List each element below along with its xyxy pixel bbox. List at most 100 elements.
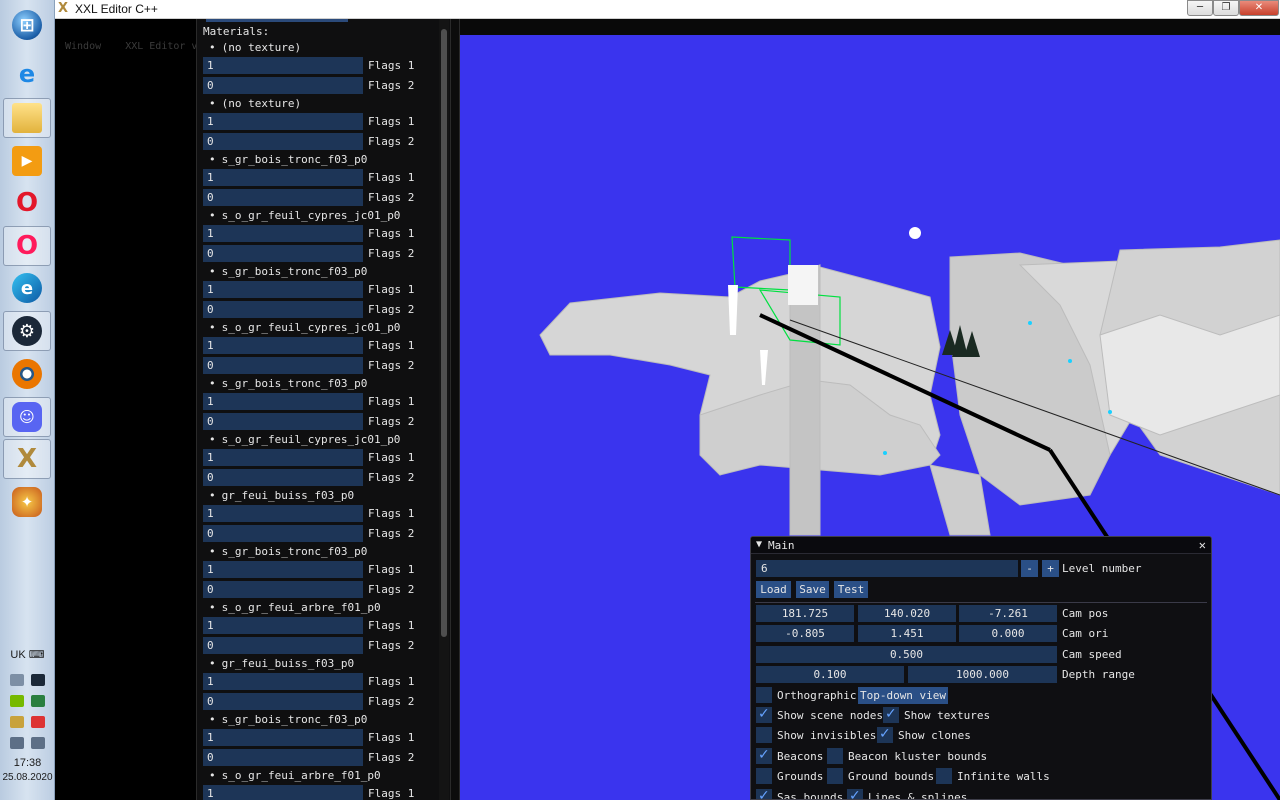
xsplit-3d-icon[interactable]	[31, 695, 45, 707]
taskbar-opera-gx[interactable]: O	[3, 226, 51, 266]
beacon-marker-1	[1028, 321, 1032, 325]
material-flags2-input[interactable]: 0	[203, 245, 363, 262]
show-clones-checkbox[interactable]	[877, 726, 893, 743]
taskbar-asterix-game[interactable]: ✦	[3, 482, 51, 522]
taskbar-edge[interactable]: e	[3, 268, 51, 308]
material-flags2-input[interactable]: 0	[203, 189, 363, 206]
material-flags1-input[interactable]: 1	[203, 169, 363, 186]
main-close-icon[interactable]: ✕	[1199, 538, 1206, 552]
clock-time[interactable]: 17:38	[0, 757, 55, 769]
taskbar-opera[interactable]: O	[3, 183, 51, 223]
cam-ori-x-field[interactable]: -0.805	[756, 625, 854, 642]
main-window-titlebar[interactable]: ▼ Main ✕	[751, 537, 1211, 554]
material-flags1-input[interactable]: 1	[203, 729, 363, 746]
material-flags1-input[interactable]: 1	[203, 617, 363, 634]
level-number-input[interactable]: 6	[756, 560, 1018, 577]
material-flags2-input[interactable]: 0	[203, 357, 363, 374]
material-flags2-label: Flags 2	[368, 471, 415, 484]
material-flags1-label: Flags 1	[368, 59, 415, 72]
language-indicator[interactable]: UK ⌨	[0, 648, 55, 661]
ground-bounds-checkbox[interactable]	[827, 768, 843, 784]
nvidia-icon[interactable]	[10, 695, 24, 707]
network-icon[interactable]	[10, 674, 24, 686]
material-flags1-label: Flags 1	[368, 395, 415, 408]
material-flags2-input[interactable]: 0	[203, 581, 363, 598]
cam-pos-z-field[interactable]: -7.261	[959, 605, 1057, 622]
cam-ori-y-field[interactable]: 1.451	[858, 625, 956, 642]
taskbar-discord[interactable]: ☺	[3, 397, 51, 437]
material-name: s_o_gr_feui_arbre_f01_p0	[209, 601, 381, 614]
show-invisibles-checkbox[interactable]	[756, 727, 772, 743]
material-flags2-input[interactable]: 0	[203, 749, 363, 766]
level-decrement-button[interactable]: -	[1021, 560, 1038, 577]
material-name: s_o_gr_feui_arbre_f01_p0	[209, 769, 381, 782]
material-flags2-input[interactable]: 0	[203, 77, 363, 94]
level-number-label: Level number	[1062, 562, 1142, 575]
level-increment-button[interactable]: +	[1042, 560, 1059, 577]
test-button[interactable]: Test	[834, 581, 868, 598]
cam-speed-slider[interactable]: 0.500	[756, 646, 1057, 663]
taskbar-blender[interactable]	[3, 354, 51, 394]
material-flags1-input[interactable]: 1	[203, 281, 363, 298]
cam-pos-x-field[interactable]: 181.725	[756, 605, 854, 622]
depth-range-max-field[interactable]: 1000.000	[908, 666, 1057, 683]
material-flags1-input[interactable]: 1	[203, 785, 363, 800]
cam-ori-z-field[interactable]: 0.000	[959, 625, 1057, 642]
close-button[interactable]: ✕	[1239, 0, 1279, 16]
material-flags2-input[interactable]: 0	[203, 469, 363, 486]
show-textures-checkbox[interactable]	[883, 706, 899, 723]
volume-icon[interactable]	[31, 737, 45, 749]
clock-date[interactable]: 25.08.2020	[0, 772, 55, 783]
materials-scrollbar[interactable]	[439, 19, 449, 800]
orthographic-checkbox[interactable]	[756, 687, 772, 703]
taskbar-internet-explorer[interactable]: e	[3, 54, 51, 94]
top-down-view-button[interactable]: Top-down view	[858, 687, 948, 704]
taskbar-xxl-editor[interactable]: X	[3, 439, 51, 479]
material-flags2-input[interactable]: 0	[203, 413, 363, 430]
show-textures-label: Show textures	[904, 709, 991, 722]
material-flags1-input[interactable]: 1	[203, 393, 363, 410]
sas-bounds-checkbox[interactable]	[756, 788, 772, 799]
alert-icon[interactable]	[31, 716, 45, 728]
orthographic-label: Orthographic	[777, 689, 857, 702]
cam-pos-y-field[interactable]: 140.020	[858, 605, 956, 622]
grounds-checkbox[interactable]	[756, 768, 772, 784]
blender-icon	[12, 359, 42, 389]
material-flags1-input[interactable]: 1	[203, 337, 363, 354]
materials-scroll-thumb[interactable]	[441, 29, 447, 637]
show-scene-nodes-checkbox[interactable]	[756, 706, 772, 723]
material-flags2-input[interactable]: 0	[203, 525, 363, 542]
beacon-kluster-bounds-checkbox[interactable]	[827, 748, 843, 764]
beacons-checkbox[interactable]	[756, 747, 772, 764]
infinite-walls-checkbox[interactable]	[936, 768, 952, 784]
material-flags1-input[interactable]: 1	[203, 449, 363, 466]
material-name: gr_feui_buiss_f03_p0	[209, 489, 354, 502]
collapse-triangle-icon[interactable]: ▼	[756, 539, 762, 550]
material-flags1-input[interactable]: 1	[203, 505, 363, 522]
material-flags1-input[interactable]: 1	[203, 561, 363, 578]
material-flags2-input[interactable]: 0	[203, 637, 363, 654]
minimize-button[interactable]: ─	[1187, 0, 1213, 16]
material-flags1-input[interactable]: 1	[203, 113, 363, 130]
display-icon[interactable]	[10, 737, 24, 749]
taskbar-steam[interactable]: ⚙	[3, 311, 51, 351]
taskbar-file-explorer[interactable]	[3, 98, 51, 138]
taskbar-media-player[interactable]: ▶	[3, 141, 51, 181]
material-flags2-input[interactable]: 0	[203, 301, 363, 318]
material-flags1-label: Flags 1	[368, 787, 415, 800]
maximize-button[interactable]: ❐	[1213, 0, 1239, 16]
panel-splitter[interactable]	[450, 19, 460, 800]
depth-range-min-field[interactable]: 0.100	[756, 666, 904, 683]
material-flags1-input[interactable]: 1	[203, 57, 363, 74]
steam-tray-icon[interactable]	[31, 674, 45, 686]
material-flags1-input[interactable]: 1	[203, 673, 363, 690]
tools-icon[interactable]	[10, 716, 24, 728]
lines-splines-checkbox[interactable]	[847, 788, 863, 799]
load-button[interactable]: Load	[756, 581, 791, 598]
material-flags1-label: Flags 1	[368, 339, 415, 352]
save-button[interactable]: Save	[796, 581, 829, 598]
material-flags2-input[interactable]: 0	[203, 133, 363, 150]
start-button[interactable]: ⊞	[3, 5, 51, 45]
material-flags1-input[interactable]: 1	[203, 225, 363, 242]
material-flags2-input[interactable]: 0	[203, 693, 363, 710]
